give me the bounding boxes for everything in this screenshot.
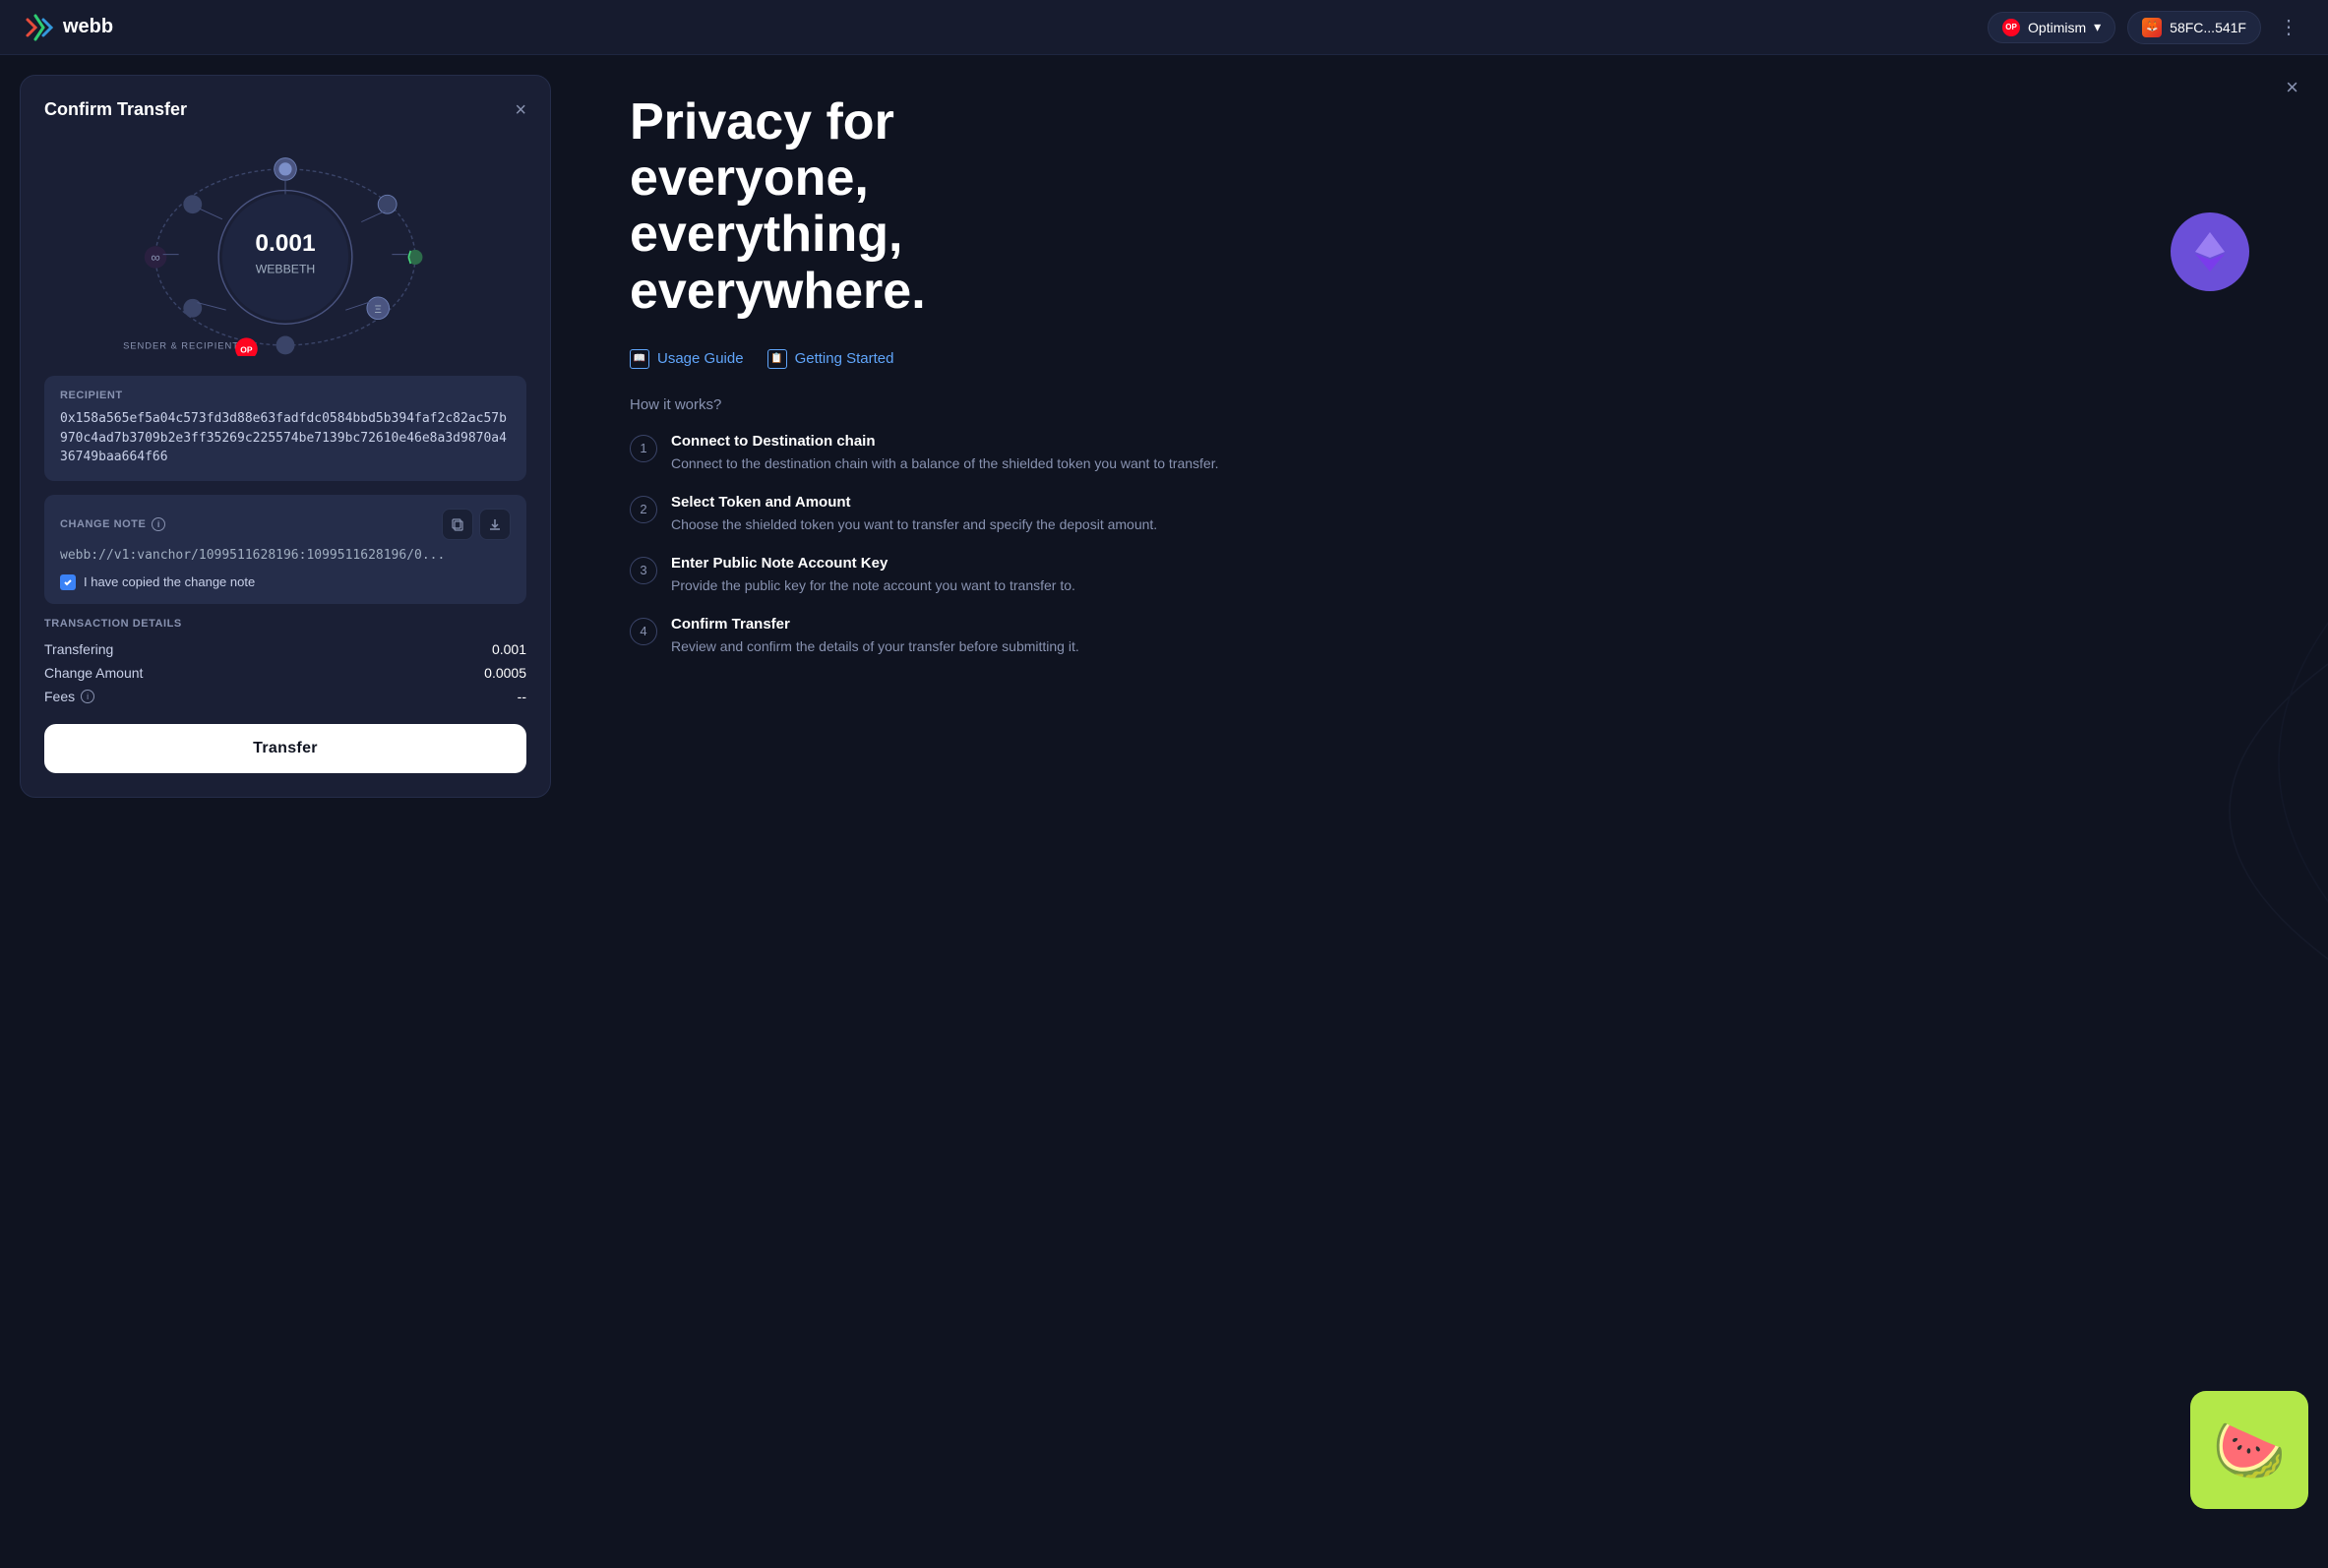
change-note-box: CHANGE NOTE i [44,495,526,604]
svg-text:∞: ∞ [151,250,160,265]
change-note-value: webb://v1:vanchor/1099511628196:10995116… [60,548,511,563]
step-2-desc: Choose the shielded token you want to tr… [671,514,1157,535]
transfer-button[interactable]: Transfer [44,724,526,773]
modal-header: Confirm Transfer × [44,99,526,120]
step-2-number: 2 [630,496,657,523]
change-amount-label: Change Amount [44,665,143,681]
table-row: Transfering 0.001 [44,641,526,657]
watermelon-nft-card: 🍉 [2190,1391,2308,1509]
recipient-box: RECIPIENT 0x158a565ef5a04c573fd3d88e63fa… [44,376,526,481]
recipient-value: 0x158a565ef5a04c573fd3d88e63fadfdc0584bb… [60,409,511,467]
wallet-button[interactable]: 🦊 58FC...541F [2127,11,2261,44]
fees-value: -- [518,689,526,704]
confirm-transfer-modal: Confirm Transfer × 0.001 WEBBETH [20,75,551,798]
usage-guide-label: Usage Guide [657,350,744,367]
logo-icon [24,12,55,43]
chevron-down-icon: ▾ [2094,19,2101,35]
checkbox-row: I have copied the change note [60,574,511,590]
checkbox-label: I have copied the change note [84,574,255,589]
svg-text:0.001: 0.001 [255,230,315,257]
change-note-label: CHANGE NOTE i [60,517,165,531]
table-row: Change Amount 0.0005 [44,665,526,681]
main: Confirm Transfer × 0.001 WEBBETH [0,55,2328,1568]
network-svg: 0.001 WEBBETH Ξ [44,140,526,356]
getting-started-label: Getting Started [795,350,894,367]
wallet-address: 58FC...541F [2170,20,2246,35]
hero-title: Privacy for everyone, everything, everyw… [630,94,1122,320]
step-1-number: 1 [630,435,657,462]
network-button[interactable]: OP Optimism ▾ [1988,12,2115,43]
copy-checkbox[interactable] [60,574,76,590]
getting-started-icon: 📋 [767,349,787,369]
note-actions [442,509,511,540]
getting-started-link[interactable]: 📋 Getting Started [767,349,894,369]
usage-guide-link[interactable]: 📖 Usage Guide [630,349,744,369]
logo-text: webb [63,16,113,38]
header: webb OP Optimism ▾ 🦊 58FC...541F ⋮ [0,0,2328,55]
svg-text:OP: OP [240,344,253,354]
change-note-header: CHANGE NOTE i [60,509,511,540]
network-visualization: 0.001 WEBBETH Ξ [44,140,526,356]
step-2-content: Select Token and Amount Choose the shiel… [671,494,1157,535]
eth-orb-decoration [2171,212,2249,291]
step-4-content: Confirm Transfer Review and confirm the … [671,616,1079,657]
svg-text:WEBBETH: WEBBETH [256,262,316,275]
more-button[interactable]: ⋮ [2273,12,2304,43]
svg-text:Ξ: Ξ [375,304,382,316]
change-amount-value: 0.0005 [484,665,526,681]
step-4-number: 4 [630,618,657,645]
network-label: Optimism [2028,20,2086,35]
step-1-desc: Connect to the destination chain with a … [671,453,1218,474]
step-4-desc: Review and confirm the details of your t… [671,636,1079,657]
copy-note-button[interactable] [442,509,473,540]
header-right: OP Optimism ▾ 🦊 58FC...541F ⋮ [1988,11,2304,44]
logo: webb [24,12,113,43]
network-icon: OP [2002,19,2020,36]
transfering-value: 0.001 [492,641,526,657]
recipient-label: RECIPIENT [60,390,511,401]
step-3-title: Enter Public Note Account Key [671,555,1075,572]
fees-info-icon: i [81,690,94,703]
info-icon: i [152,517,165,531]
ethereum-icon [2185,227,2235,276]
download-note-button[interactable] [479,509,511,540]
step-1-content: Connect to Destination chain Connect to … [671,433,1218,474]
decoration-curves [1934,55,2328,1568]
usage-guide-icon: 📖 [630,349,649,369]
tx-details-title: TRANSACTION DETAILS [44,618,526,630]
fees-label: Fees i [44,689,94,704]
wallet-icon: 🦊 [2142,18,2162,37]
right-panel: × Privacy for everyone, everything, ever… [571,55,2328,1568]
close-modal-button[interactable]: × [515,100,526,120]
step-2-title: Select Token and Amount [671,494,1157,511]
svg-text:SENDER & RECIPIENT: SENDER & RECIPIENT [123,340,239,351]
transaction-details: TRANSACTION DETAILS Transfering 0.001 Ch… [44,618,526,704]
table-row: Fees i -- [44,689,526,704]
modal-title: Confirm Transfer [44,99,187,120]
left-panel: Confirm Transfer × 0.001 WEBBETH [0,55,571,1568]
step-3-content: Enter Public Note Account Key Provide th… [671,555,1075,596]
step-1-title: Connect to Destination chain [671,433,1218,450]
step-3-number: 3 [630,557,657,584]
step-3-desc: Provide the public key for the note acco… [671,575,1075,596]
step-4-title: Confirm Transfer [671,616,1079,633]
transfering-label: Transfering [44,641,113,657]
